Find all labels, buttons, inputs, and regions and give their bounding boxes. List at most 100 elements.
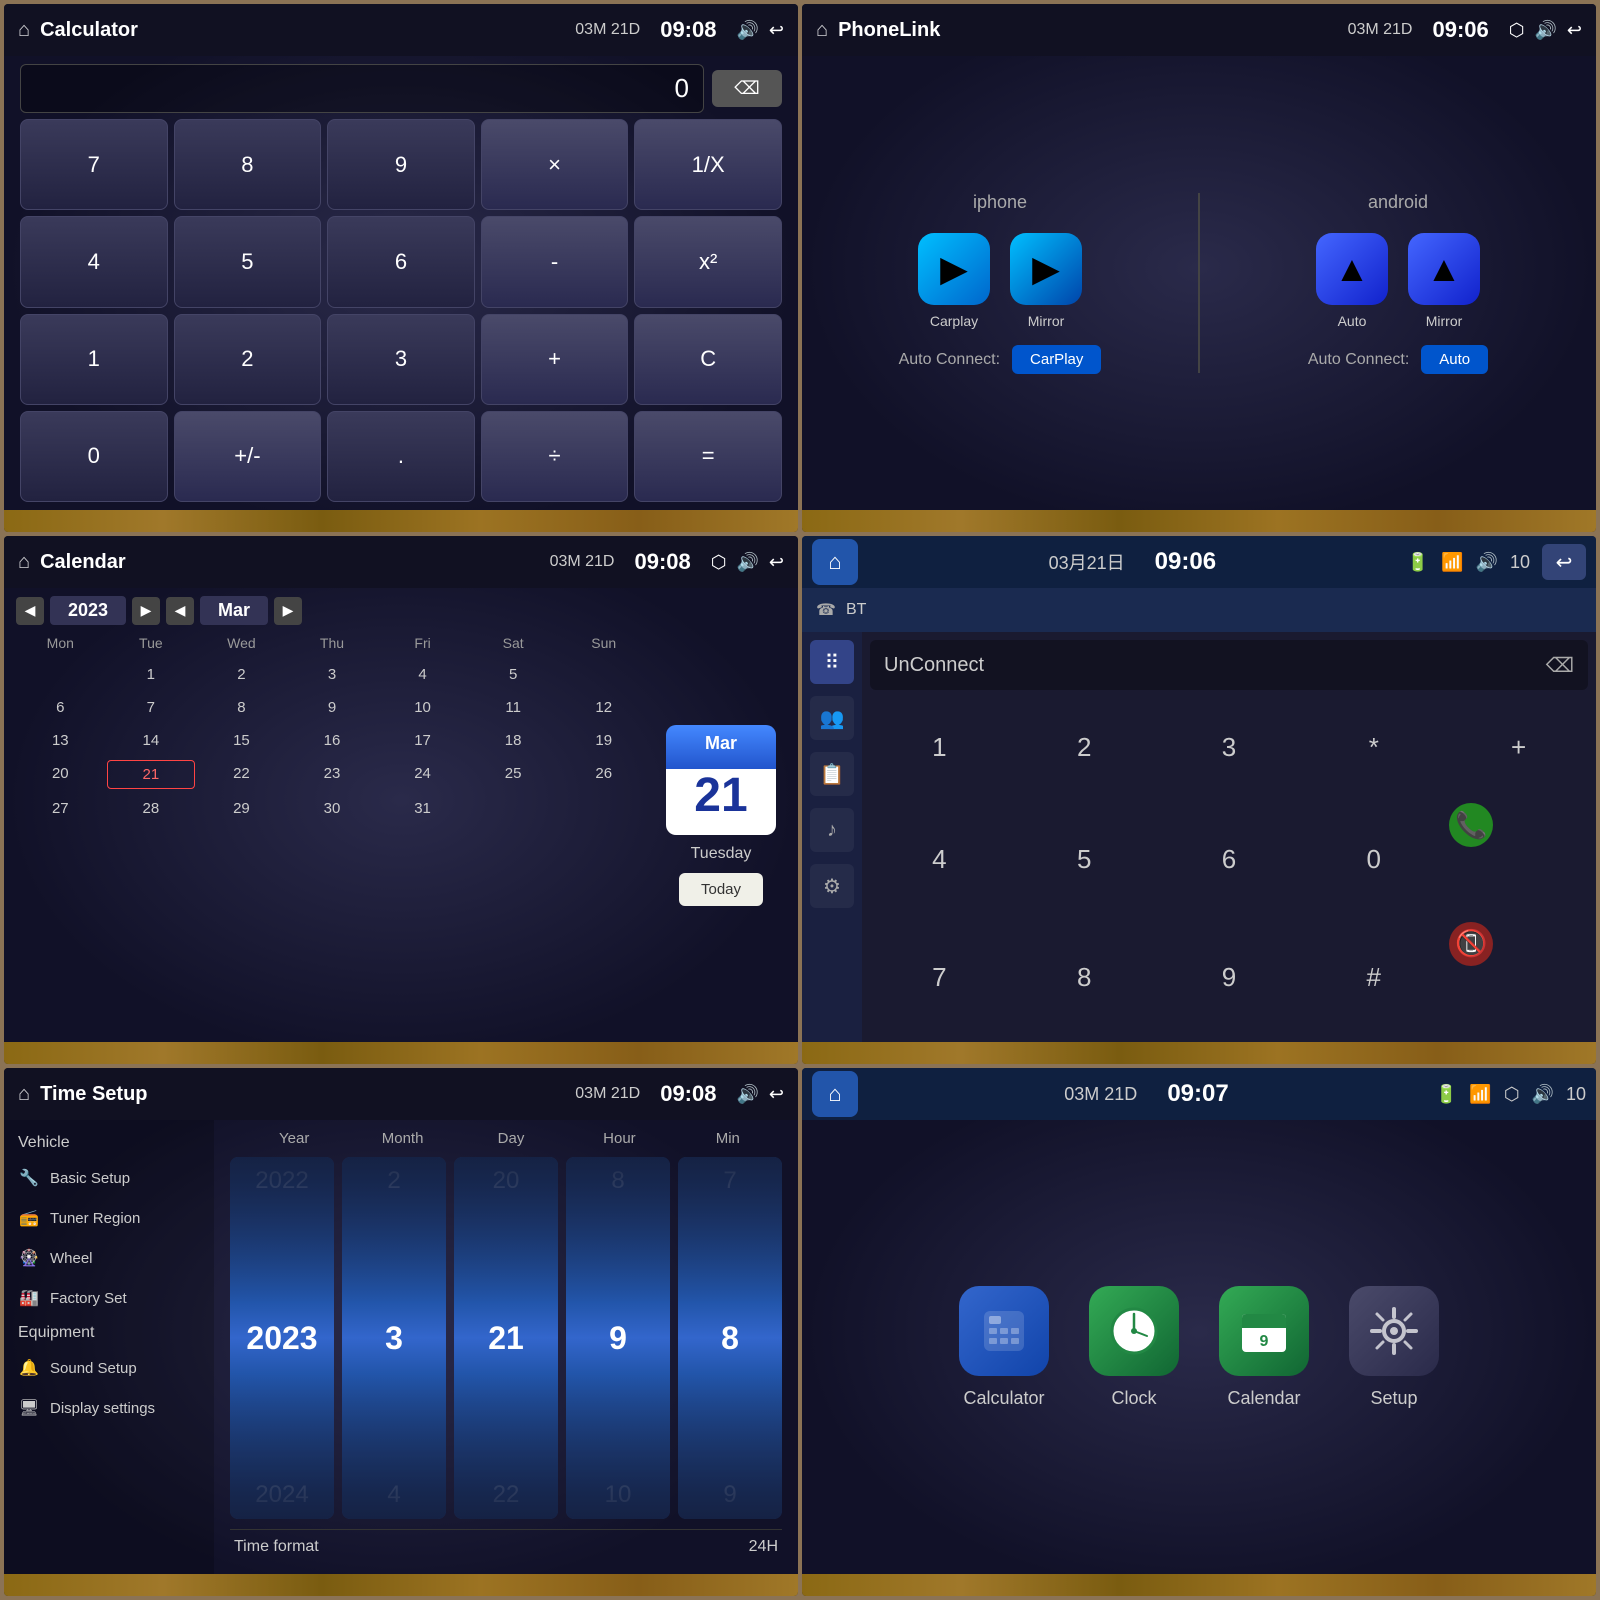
bt-settings-btn[interactable]: ⚙	[810, 864, 854, 908]
cal-cell-22[interactable]: 22	[197, 760, 286, 789]
cal-cell-31[interactable]: 31	[378, 795, 467, 822]
calc-btn-add[interactable]: +	[481, 314, 629, 405]
bt-contacts-btn[interactable]: 👥	[810, 696, 854, 740]
month-picker[interactable]: 2 3 4	[342, 1157, 446, 1519]
month-next-btn[interactable]: ▶	[274, 597, 302, 625]
home-icon-ts[interactable]: ⌂	[18, 1083, 30, 1106]
bt-call-btn[interactable]: 📞	[1449, 803, 1493, 847]
bt-btn-plus[interactable]: +	[1449, 698, 1588, 797]
cal-cell-23[interactable]: 23	[288, 760, 377, 789]
min-picker[interactable]: 7 8 9	[678, 1157, 782, 1519]
today-button[interactable]: Today	[679, 873, 763, 906]
calc-btn-9[interactable]: 9	[327, 119, 475, 210]
bt-btn-star[interactable]: *	[1304, 698, 1443, 797]
calc-btn-3[interactable]: 3	[327, 314, 475, 405]
bt-btn-hash[interactable]: #	[1304, 922, 1443, 1034]
volume-icon[interactable]: 🔊	[736, 20, 758, 41]
bt-dialpad-btn[interactable]: ⠿	[810, 640, 854, 684]
bt-back-btn[interactable]: ↩	[1542, 544, 1586, 580]
calc-btn-clear[interactable]: C	[634, 314, 782, 405]
bt-btn-1[interactable]: 1	[870, 698, 1009, 797]
back-icon-ts[interactable]: ↩	[769, 1084, 784, 1105]
setup-app-icon[interactable]	[1349, 1286, 1439, 1376]
calc-btn-1[interactable]: 1	[20, 314, 168, 405]
home-icon-cal[interactable]: ⌂	[18, 551, 30, 574]
cal-cell-11[interactable]: 11	[469, 694, 558, 721]
carplay-item[interactable]: ▶ Carplay	[918, 233, 990, 329]
auto-item[interactable]: ▲ Auto	[1316, 233, 1388, 329]
cal-cell-12[interactable]: 12	[559, 694, 648, 721]
calc-btn-6[interactable]: 6	[327, 216, 475, 307]
display-settings-item[interactable]: 🖥 Display settings	[4, 1388, 214, 1428]
cal-cell-16[interactable]: 16	[288, 727, 377, 754]
cal-cell-17[interactable]: 17	[378, 727, 467, 754]
bt-backspace[interactable]: ⌫	[1546, 653, 1574, 678]
cal-cell-5[interactable]: 5	[469, 661, 558, 688]
hour-picker[interactable]: 8 9 10	[566, 1157, 670, 1519]
bt-btn-6[interactable]: 6	[1160, 803, 1299, 915]
calc-btn-0[interactable]: 0	[20, 411, 168, 502]
cal-cell-25[interactable]: 25	[469, 760, 558, 789]
bt-btn-9[interactable]: 9	[1160, 922, 1299, 1034]
year-prev-btn[interactable]: ◀	[16, 597, 44, 625]
bt-btn-2[interactable]: 2	[1015, 698, 1154, 797]
cal-cell-14[interactable]: 14	[107, 727, 196, 754]
calc-btn-sq[interactable]: x²	[634, 216, 782, 307]
cal-cell-21-today[interactable]: 21	[107, 760, 196, 789]
calc-btn-div[interactable]: ÷	[481, 411, 629, 502]
android-auto-btn[interactable]: Auto	[1421, 345, 1488, 374]
calc-btn-eq[interactable]: =	[634, 411, 782, 502]
calculator-app[interactable]: Calculator	[959, 1286, 1049, 1409]
back-icon-cal[interactable]: ↩	[769, 552, 784, 573]
cal-cell-27[interactable]: 27	[16, 795, 105, 822]
volume-icon-ts[interactable]: 🔊	[736, 1084, 758, 1105]
cal-cell-1[interactable]: 1	[107, 661, 196, 688]
calendar-app[interactable]: 9 Calendar	[1219, 1286, 1309, 1409]
cal-cell-15[interactable]: 15	[197, 727, 286, 754]
calc-btn-8[interactable]: 8	[174, 119, 322, 210]
bt-hangup-btn[interactable]: 📵	[1449, 922, 1493, 966]
year-picker[interactable]: 2022 2023 2024	[230, 1157, 334, 1519]
auto-icon[interactable]: ▲	[1316, 233, 1388, 305]
cal-cell-6[interactable]: 6	[16, 694, 105, 721]
month-prev-btn[interactable]: ◀	[166, 597, 194, 625]
clock-app[interactable]: Clock	[1089, 1286, 1179, 1409]
back-icon-ph[interactable]: ↩	[1567, 20, 1582, 41]
factory-set-item[interactable]: 🏭 Factory Set	[4, 1278, 214, 1318]
bt-home-icon[interactable]: ⌂	[812, 539, 858, 585]
cal-cell-30[interactable]: 30	[288, 795, 377, 822]
basic-setup-item[interactable]: 🔧 Basic Setup	[4, 1158, 214, 1198]
back-icon[interactable]: ↩	[769, 20, 784, 41]
setup-app[interactable]: Setup	[1349, 1286, 1439, 1409]
home-icon[interactable]: ⌂	[18, 19, 30, 42]
bt-btn-8[interactable]: 8	[1015, 922, 1154, 1034]
launcher-home-icon[interactable]: ⌂	[812, 1071, 858, 1117]
volume-icon-ph[interactable]: 🔊	[1534, 20, 1556, 41]
volume-icon-bt[interactable]: 🔊	[1476, 552, 1498, 573]
cal-cell-19[interactable]: 19	[559, 727, 648, 754]
bt-btn-5[interactable]: 5	[1015, 803, 1154, 915]
backspace-button[interactable]: ⌫	[712, 70, 782, 107]
calc-btn-sub[interactable]: -	[481, 216, 629, 307]
bt-btn-3[interactable]: 3	[1160, 698, 1299, 797]
calc-btn-inv[interactable]: 1/X	[634, 119, 782, 210]
cal-cell-4[interactable]: 4	[378, 661, 467, 688]
carplay-icon[interactable]: ▶	[918, 233, 990, 305]
android-mirror-icon[interactable]: ▲	[1408, 233, 1480, 305]
bt-btn-7[interactable]: 7	[870, 922, 1009, 1034]
cal-cell-18[interactable]: 18	[469, 727, 558, 754]
cal-cell-3[interactable]: 3	[288, 661, 377, 688]
year-next-btn[interactable]: ▶	[132, 597, 160, 625]
cal-cell-7[interactable]: 7	[107, 694, 196, 721]
calc-btn-4[interactable]: 4	[20, 216, 168, 307]
cal-cell-8[interactable]: 8	[197, 694, 286, 721]
calc-btn-neg[interactable]: +/-	[174, 411, 322, 502]
cal-cell-20[interactable]: 20	[16, 760, 105, 789]
cal-cell-13[interactable]: 13	[16, 727, 105, 754]
cal-cell-10[interactable]: 10	[378, 694, 467, 721]
cal-cell-28[interactable]: 28	[107, 795, 196, 822]
imirror-icon[interactable]: ▶	[1010, 233, 1082, 305]
clock-app-icon[interactable]	[1089, 1286, 1179, 1376]
cal-cell-26[interactable]: 26	[559, 760, 648, 789]
bt-btn-4[interactable]: 4	[870, 803, 1009, 915]
